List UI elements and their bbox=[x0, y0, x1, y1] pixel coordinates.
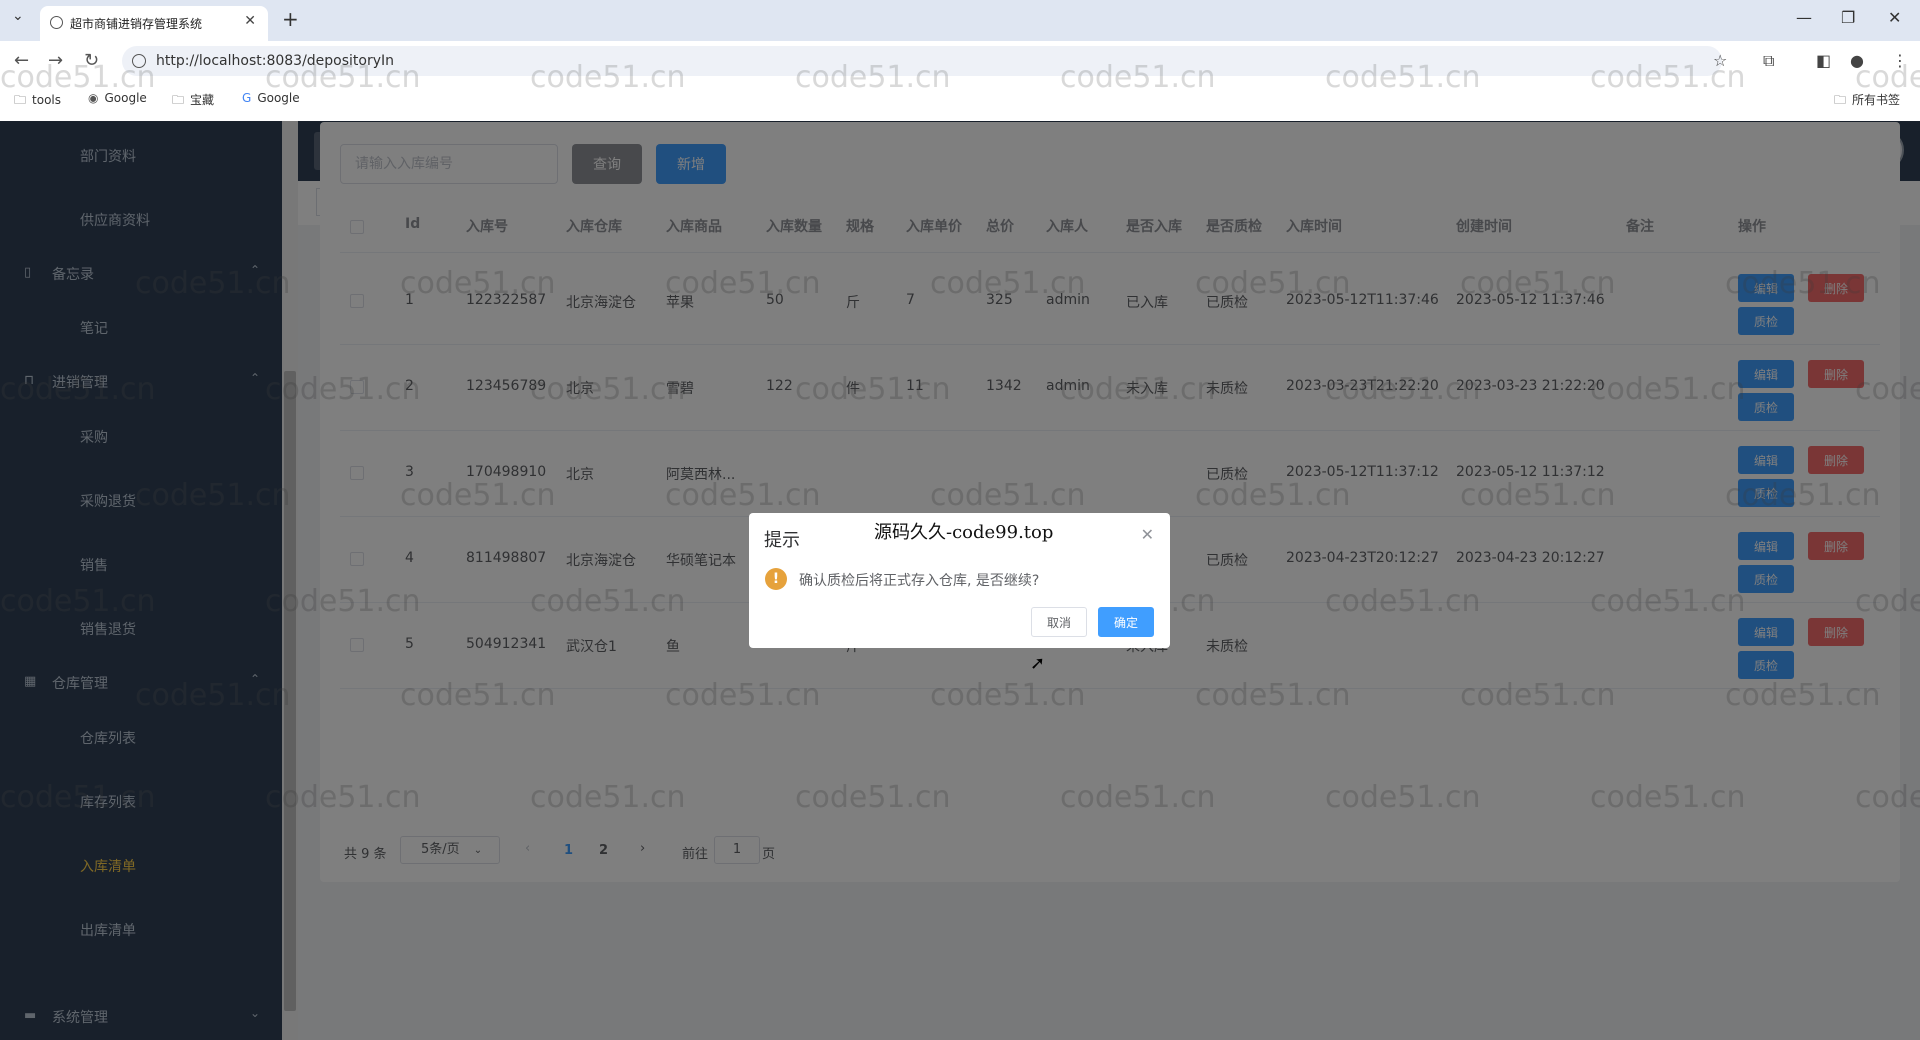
extensions-icon[interactable]: ⧉ bbox=[1763, 51, 1774, 71]
forward-icon[interactable]: → bbox=[48, 50, 63, 71]
window-close-icon[interactable]: ✕ bbox=[1888, 8, 1901, 27]
folder-icon: 🗀 bbox=[172, 93, 185, 107]
folder-icon: 🗀 bbox=[1834, 93, 1847, 107]
url-text[interactable]: http://localhost:8083/depositoryIn bbox=[156, 53, 394, 69]
close-tab-icon[interactable]: ✕ bbox=[244, 13, 256, 29]
more-menu-icon[interactable]: ⋮ bbox=[1892, 51, 1908, 70]
minimize-icon[interactable]: — bbox=[1796, 8, 1812, 27]
tab-search-chevron-icon[interactable]: ⌄ bbox=[12, 8, 24, 24]
bookmark-google-1[interactable]: ◉ Google bbox=[88, 91, 147, 105]
globe-icon: ◉ bbox=[88, 91, 99, 105]
back-icon[interactable]: ← bbox=[14, 50, 29, 71]
tab-title: 超市商铺进销存管理系统 bbox=[70, 17, 203, 31]
restore-icon[interactable]: ❐ bbox=[1841, 8, 1855, 27]
cancel-button[interactable]: 取消 bbox=[1031, 607, 1087, 637]
profile-icon[interactable]: ● bbox=[1850, 51, 1864, 70]
warning-icon: ! bbox=[765, 568, 787, 590]
reload-icon[interactable]: ↻ bbox=[84, 50, 99, 71]
close-icon[interactable]: ✕ bbox=[1141, 525, 1154, 544]
bookmarks-bar: 🗀 tools ◉ Google 🗀 宝藏 G Google 🗀 所有书签 bbox=[0, 81, 1920, 122]
address-bar[interactable]: http://localhost:8083/depositoryIn bbox=[122, 46, 1722, 76]
globe-icon bbox=[50, 16, 63, 29]
all-bookmarks[interactable]: 🗀 所有书签 bbox=[1834, 91, 1900, 112]
bookmark-treasure[interactable]: 🗀 宝藏 bbox=[172, 91, 214, 112]
bookmark-star-icon[interactable]: ☆ bbox=[1713, 51, 1727, 70]
folder-icon: 🗀 bbox=[14, 93, 27, 107]
site-info-icon[interactable] bbox=[132, 54, 146, 68]
side-panel-icon[interactable]: ◧ bbox=[1816, 51, 1831, 70]
mouse-cursor-icon: ➚ bbox=[1030, 653, 1046, 674]
browser-tab[interactable]: 超市商铺进销存管理系统 ✕ bbox=[40, 6, 268, 41]
browser-tab-strip: ⌄ 超市商铺进销存管理系统 ✕ + — ❐ ✕ bbox=[0, 0, 1920, 41]
dialog-message: 确认质检后将正式存入仓库, 是否继续? bbox=[799, 573, 1040, 589]
bookmark-google-2[interactable]: G Google bbox=[242, 91, 300, 105]
confirm-button[interactable]: 确定 bbox=[1098, 607, 1154, 637]
google-icon: G bbox=[242, 91, 252, 105]
bookmark-tools[interactable]: 🗀 tools bbox=[14, 91, 61, 112]
browser-toolbar: ← → ↻ http://localhost:8083/depositoryIn… bbox=[0, 41, 1920, 81]
source-banner: 源码久久-code99.top bbox=[874, 522, 1054, 543]
dialog-title: 提示 bbox=[764, 530, 800, 551]
new-tab-icon[interactable]: + bbox=[282, 7, 299, 31]
